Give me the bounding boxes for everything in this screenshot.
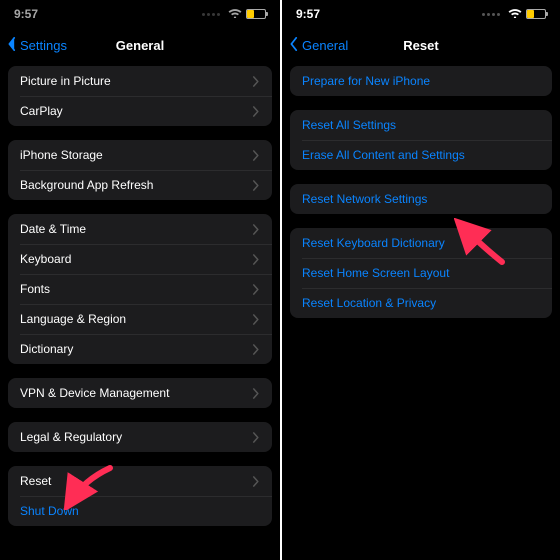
settings-group: Reset Keyboard Dictionary Reset Home Scre… bbox=[290, 228, 552, 318]
phone-general: 9:57 Settings General Picture in Picture… bbox=[0, 0, 280, 560]
row-erase-all-content-and-settings[interactable]: Erase All Content and Settings bbox=[290, 140, 552, 170]
phone-reset: 9:57 General Reset Prepare for New iPhon… bbox=[280, 0, 560, 560]
status-right bbox=[482, 7, 546, 21]
wifi-icon bbox=[228, 7, 242, 21]
row-reset-location-privacy[interactable]: Reset Location & Privacy bbox=[290, 288, 552, 318]
row-shut-down[interactable]: Shut Down bbox=[8, 496, 272, 526]
row-iphone-storage[interactable]: iPhone Storage bbox=[8, 140, 272, 170]
back-label: General bbox=[302, 38, 348, 53]
status-bar: 9:57 bbox=[0, 0, 280, 28]
chevron-right-icon bbox=[252, 150, 260, 161]
chevron-right-icon bbox=[252, 284, 260, 295]
chevron-right-icon bbox=[252, 476, 260, 487]
nav-bar: General Reset bbox=[282, 28, 560, 62]
settings-group: Legal & Regulatory bbox=[8, 422, 272, 452]
chevron-right-icon bbox=[252, 314, 260, 325]
nav-bar: Settings General bbox=[0, 28, 280, 62]
chevron-right-icon bbox=[252, 76, 260, 87]
row-label: Reset Home Screen Layout bbox=[302, 266, 449, 280]
settings-group: Date & Time Keyboard Fonts Language & Regio… bbox=[8, 214, 272, 364]
row-label: Reset Network Settings bbox=[302, 192, 427, 206]
row-date-time[interactable]: Date & Time bbox=[8, 214, 272, 244]
row-prepare-for-new-iphone[interactable]: Prepare for New iPhone bbox=[290, 66, 552, 96]
status-time: 9:57 bbox=[296, 7, 320, 21]
chevron-right-icon bbox=[252, 344, 260, 355]
row-label: Picture in Picture bbox=[20, 74, 111, 88]
row-picture-in-picture[interactable]: Picture in Picture bbox=[8, 66, 272, 96]
row-reset-keyboard-dictionary[interactable]: Reset Keyboard Dictionary bbox=[290, 228, 552, 258]
status-bar: 9:57 bbox=[282, 0, 560, 28]
row-reset-home-screen-layout[interactable]: Reset Home Screen Layout bbox=[290, 258, 552, 288]
chevron-right-icon bbox=[252, 180, 260, 191]
row-label: Legal & Regulatory bbox=[20, 430, 122, 444]
row-background-app-refresh[interactable]: Background App Refresh bbox=[8, 170, 272, 200]
row-label: Reset bbox=[20, 474, 51, 488]
settings-group: iPhone Storage Background App Refresh bbox=[8, 140, 272, 200]
status-time: 9:57 bbox=[14, 7, 38, 21]
reset-list[interactable]: Prepare for New iPhone Reset All Settings… bbox=[282, 62, 560, 560]
row-legal-regulatory[interactable]: Legal & Regulatory bbox=[8, 422, 272, 452]
row-label: Date & Time bbox=[20, 222, 86, 236]
row-dictionary[interactable]: Dictionary bbox=[8, 334, 272, 364]
back-button[interactable]: Settings bbox=[6, 28, 67, 62]
chevron-right-icon bbox=[252, 224, 260, 235]
row-reset-network-settings[interactable]: Reset Network Settings bbox=[290, 184, 552, 214]
recording-dots-icon bbox=[482, 13, 500, 16]
settings-group: Picture in Picture CarPlay bbox=[8, 66, 272, 126]
settings-group: Reset All Settings Erase All Content and … bbox=[290, 110, 552, 170]
chevron-right-icon bbox=[252, 254, 260, 265]
chevron-right-icon bbox=[252, 432, 260, 443]
row-label: iPhone Storage bbox=[20, 148, 103, 162]
settings-group: Prepare for New iPhone bbox=[290, 66, 552, 96]
row-label: Erase All Content and Settings bbox=[302, 148, 465, 162]
battery-icon bbox=[526, 9, 546, 19]
chevron-right-icon bbox=[252, 106, 260, 117]
row-label: Background App Refresh bbox=[20, 178, 153, 192]
wifi-icon bbox=[508, 7, 522, 21]
row-language-region[interactable]: Language & Region bbox=[8, 304, 272, 334]
chevron-left-icon bbox=[6, 37, 18, 54]
row-fonts[interactable]: Fonts bbox=[8, 274, 272, 304]
row-label: VPN & Device Management bbox=[20, 386, 169, 400]
row-label: CarPlay bbox=[20, 104, 63, 118]
row-keyboard[interactable]: Keyboard bbox=[8, 244, 272, 274]
chevron-right-icon bbox=[252, 388, 260, 399]
row-label: Keyboard bbox=[20, 252, 71, 266]
row-reset-all-settings[interactable]: Reset All Settings bbox=[290, 110, 552, 140]
row-label: Fonts bbox=[20, 282, 50, 296]
row-label: Language & Region bbox=[20, 312, 126, 326]
row-label: Reset All Settings bbox=[302, 118, 396, 132]
settings-group: VPN & Device Management bbox=[8, 378, 272, 408]
row-label: Prepare for New iPhone bbox=[302, 74, 430, 88]
row-carplay[interactable]: CarPlay bbox=[8, 96, 272, 126]
row-label: Shut Down bbox=[20, 504, 79, 518]
nav-title: General bbox=[116, 38, 164, 53]
row-reset[interactable]: Reset bbox=[8, 466, 272, 496]
back-label: Settings bbox=[20, 38, 67, 53]
row-label: Reset Location & Privacy bbox=[302, 296, 436, 310]
chevron-left-icon bbox=[288, 37, 300, 54]
row-vpn-device-management[interactable]: VPN & Device Management bbox=[8, 378, 272, 408]
battery-icon bbox=[246, 9, 266, 19]
back-button[interactable]: General bbox=[288, 28, 348, 62]
recording-dots-icon bbox=[202, 13, 220, 16]
status-right bbox=[202, 7, 266, 21]
nav-title: Reset bbox=[403, 38, 438, 53]
settings-group: Reset Shut Down bbox=[8, 466, 272, 526]
row-label: Reset Keyboard Dictionary bbox=[302, 236, 445, 250]
row-label: Dictionary bbox=[20, 342, 73, 356]
settings-list[interactable]: Picture in Picture CarPlay iPhone Storage B… bbox=[0, 62, 280, 560]
settings-group: Reset Network Settings bbox=[290, 184, 552, 214]
